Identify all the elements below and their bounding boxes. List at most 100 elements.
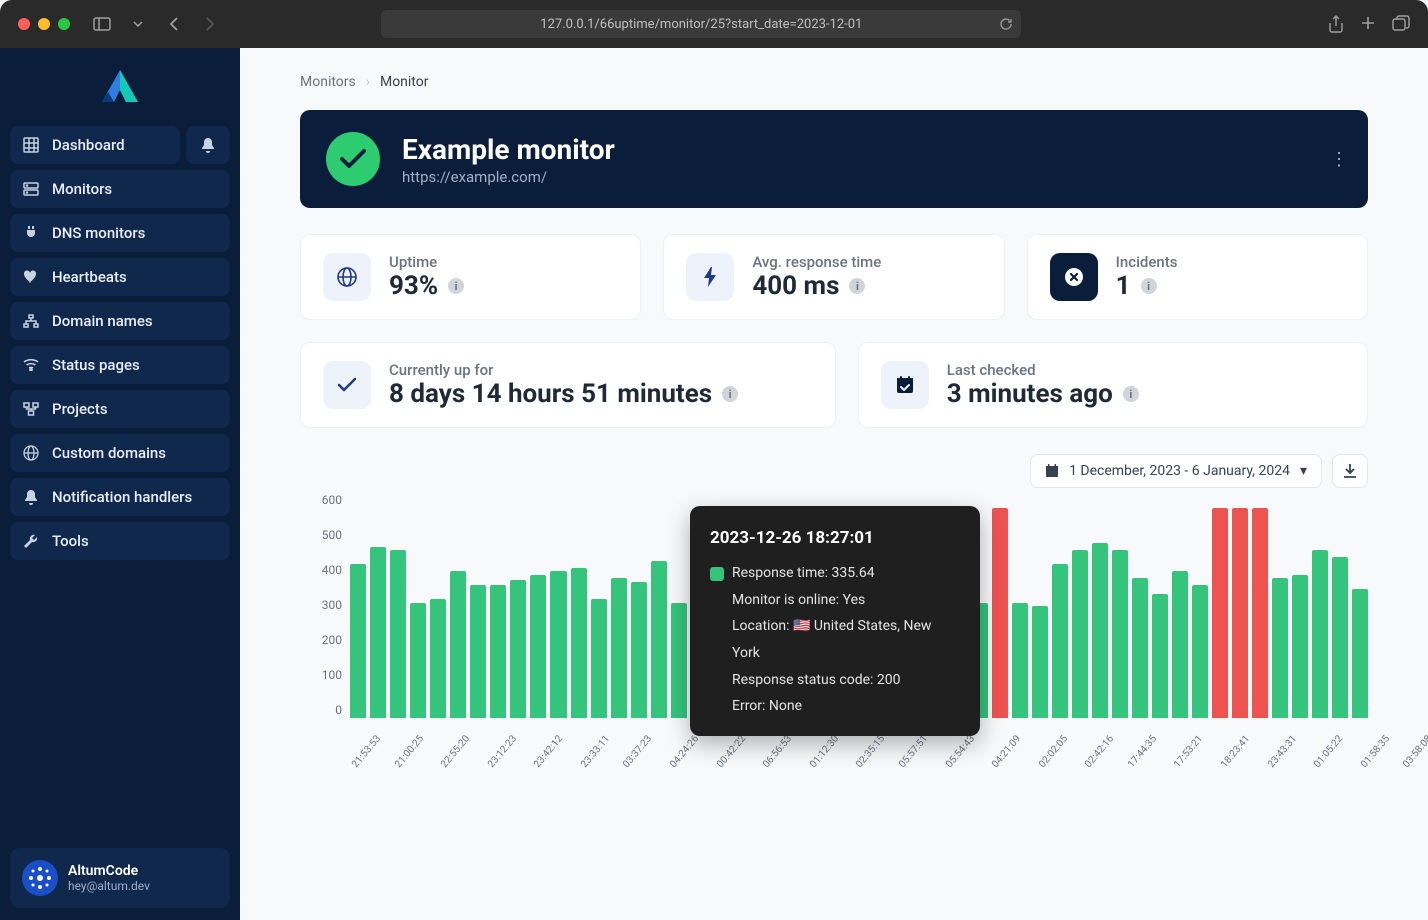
reload-icon[interactable]	[999, 17, 1013, 31]
x-tick: 05:54:43	[944, 733, 977, 770]
minimize-window[interactable]	[38, 18, 50, 30]
chart-bar[interactable]	[550, 571, 566, 718]
chart-bar[interactable]	[1252, 508, 1268, 718]
chart-bar[interactable]	[390, 550, 406, 718]
x-tick: 01:58:35	[1359, 733, 1392, 770]
chart-bar[interactable]	[1112, 550, 1128, 718]
forward-button[interactable]	[196, 12, 224, 36]
card-label: Currently up for	[389, 361, 738, 379]
y-tick: 100	[322, 668, 342, 682]
info-icon[interactable]: i	[722, 386, 738, 402]
breadcrumb-root[interactable]: Monitors	[300, 74, 356, 90]
info-icon[interactable]: i	[448, 278, 464, 294]
sidebar-item-notif-handlers[interactable]: Notification handlers	[10, 478, 230, 516]
chart-bar[interactable]	[571, 568, 587, 718]
chart-bar[interactable]	[591, 599, 607, 718]
maximize-window[interactable]	[58, 18, 70, 30]
sidebar-item-status[interactable]: Status pages	[10, 346, 230, 384]
chart-bar[interactable]	[1272, 578, 1288, 718]
sidebar-item-monitors[interactable]: Monitors	[10, 170, 230, 208]
sidebar-item-custom-domains[interactable]: Custom domains	[10, 434, 230, 472]
chart-bar[interactable]	[490, 585, 506, 718]
globe-icon	[323, 253, 371, 301]
avatar	[22, 860, 58, 896]
bell-icon	[22, 489, 40, 505]
chart-bar[interactable]	[1212, 508, 1228, 718]
chart-bar[interactable]	[350, 564, 366, 718]
chart-bar[interactable]	[1352, 589, 1368, 719]
chart-bar[interactable]	[1052, 564, 1068, 718]
sidebar-toggle-icon[interactable]	[88, 12, 116, 36]
sidebar-item-heartbeats[interactable]: Heartbeats	[10, 258, 230, 296]
chart-bar[interactable]	[370, 547, 386, 719]
chart-bar[interactable]	[450, 571, 466, 718]
tabs-icon[interactable]	[1392, 15, 1410, 33]
breadcrumb-leaf: Monitor	[380, 74, 429, 90]
heart-icon	[22, 270, 40, 284]
sidebar-item-tools[interactable]: Tools	[10, 522, 230, 560]
chart-bar[interactable]	[651, 561, 667, 719]
monitor-url: https://example.com/	[402, 168, 615, 186]
sidebar-label: Monitors	[52, 180, 112, 198]
card-value: 8 days 14 hours 51 minutes	[389, 379, 712, 409]
sidebar-item-dns[interactable]: DNS monitors	[10, 214, 230, 252]
card-upfor: Currently up for 8 days 14 hours 51 minu…	[300, 342, 836, 428]
x-tick: 23:43:31	[1266, 733, 1299, 770]
chart-bar[interactable]	[1312, 550, 1328, 718]
x-tick: 22:55:20	[439, 733, 472, 770]
card-value: 93%	[389, 271, 438, 301]
sidebar-item-projects[interactable]: Projects	[10, 390, 230, 428]
sidebar-label: Projects	[52, 400, 108, 418]
sidebar-label: Tools	[52, 532, 89, 550]
x-tick: 21:00:25	[393, 733, 426, 770]
share-icon[interactable]	[1328, 15, 1344, 33]
chart-bar[interactable]	[1292, 575, 1308, 719]
logo[interactable]	[10, 60, 230, 126]
main-content: Monitors › Monitor Example monitor https…	[240, 48, 1428, 920]
chart-bar[interactable]	[410, 603, 426, 719]
sitemap-icon	[22, 314, 40, 328]
date-range-picker[interactable]: 1 December, 2023 - 6 January, 2024 ▾	[1030, 454, 1322, 488]
download-button[interactable]	[1332, 454, 1368, 488]
sidebar-notifications[interactable]	[186, 126, 230, 164]
more-menu[interactable]: ⋮	[1330, 149, 1348, 170]
chart-bar[interactable]	[1332, 557, 1348, 718]
chart-bar[interactable]	[430, 599, 446, 718]
new-tab-icon[interactable]	[1360, 15, 1376, 33]
info-icon[interactable]: i	[1141, 278, 1157, 294]
info-icon[interactable]: i	[849, 278, 865, 294]
chart-bar[interactable]	[1232, 508, 1248, 718]
chart-bar[interactable]	[992, 508, 1008, 718]
sidebar-item-domains[interactable]: Domain names	[10, 302, 230, 340]
card-value: 3 minutes ago	[947, 379, 1113, 409]
chart-bar[interactable]	[611, 578, 627, 718]
bell-icon	[199, 137, 217, 154]
chart-bar[interactable]	[1032, 606, 1048, 718]
chart-bar[interactable]	[631, 582, 647, 719]
chart-bar[interactable]	[1192, 585, 1208, 718]
caret-down-icon: ▾	[1300, 463, 1307, 479]
chart-bar[interactable]	[671, 603, 687, 719]
info-icon[interactable]: i	[1123, 386, 1139, 402]
chart-bar[interactable]	[530, 575, 546, 719]
chart-bar[interactable]	[1172, 571, 1188, 718]
chart-bar[interactable]	[1072, 550, 1088, 718]
user-box[interactable]: AltumCode hey@altum.dev	[10, 848, 230, 908]
chart-bar[interactable]	[510, 580, 526, 718]
chevron-down-icon[interactable]	[124, 12, 152, 36]
sidebar-item-dashboard[interactable]: Dashboard	[10, 126, 180, 164]
chart-bar[interactable]	[1152, 594, 1168, 718]
url-bar[interactable]: 127.0.0.1/66uptime/monitor/25?start_date…	[381, 10, 1021, 38]
chart-bar[interactable]	[1012, 603, 1028, 719]
status-ok-icon	[326, 132, 380, 186]
x-tick: 23:12:23	[486, 733, 519, 770]
chart-bar[interactable]	[1132, 578, 1148, 718]
x-tick: 21:53:53	[350, 733, 383, 770]
chart-bar[interactable]	[1092, 543, 1108, 718]
wrench-icon	[22, 533, 40, 549]
close-window[interactable]	[18, 18, 30, 30]
back-button[interactable]	[160, 12, 188, 36]
url-text: 127.0.0.1/66uptime/monitor/25?start_date…	[540, 17, 862, 32]
x-tick: 00:42:22	[715, 733, 748, 770]
chart-bar[interactable]	[470, 585, 486, 718]
